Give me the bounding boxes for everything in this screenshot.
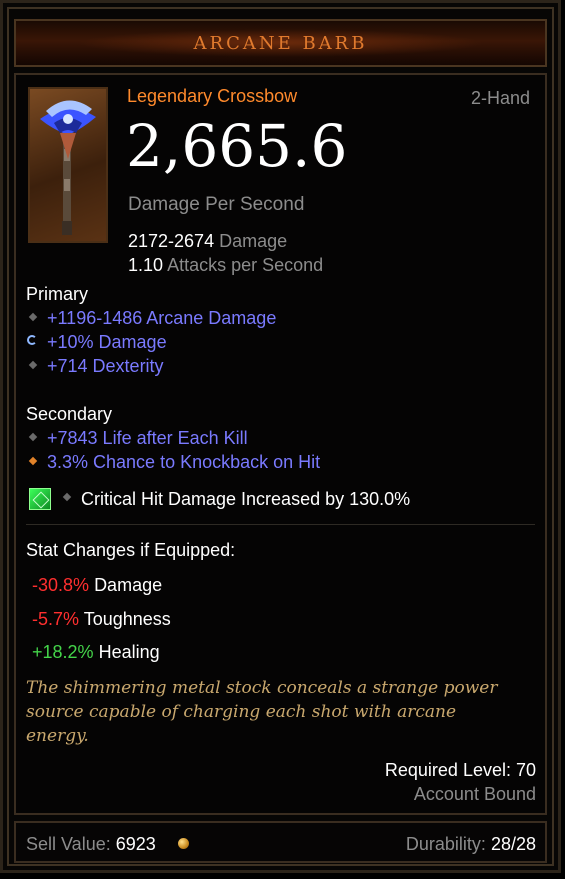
durability: Durability: 28/28 xyxy=(406,834,536,855)
secondary-stat: 3.3% Chance to Knockback on Hit xyxy=(47,452,321,472)
flavor-text: The shimmering metal stock conceals a st… xyxy=(26,678,498,698)
primary-stat: +714 Dexterity xyxy=(47,356,164,376)
damage-line: 2172-2674 Damage xyxy=(128,231,287,252)
stat-change-value: +18.2% xyxy=(32,642,94,662)
gold-coin-icon xyxy=(178,838,189,849)
secondary-heading: Secondary xyxy=(26,404,113,424)
sell-value: Sell Value: 6923 xyxy=(26,834,156,855)
crossbow-icon xyxy=(28,87,108,243)
item-name: ARCANE BARB xyxy=(193,33,368,54)
sell-label: Sell Value: xyxy=(26,834,111,854)
durability-label: Durability: xyxy=(405,834,486,854)
socket-bonus: Critical Hit Damage Increased by 130.0% xyxy=(81,489,411,509)
stat-change-label: Toughness xyxy=(83,609,171,629)
stat-change-label: Healing xyxy=(98,642,160,662)
flavor-text: energy. xyxy=(26,726,89,746)
dps-label: Damage Per Second xyxy=(128,194,305,215)
primary-heading: Primary xyxy=(26,284,88,304)
item-slot: 2-Hand xyxy=(471,88,531,108)
stat-change-row: -30.8% Damage xyxy=(32,575,162,596)
emerald-gem-icon xyxy=(29,488,51,510)
stat-change-label: Damage xyxy=(94,575,163,595)
attack-speed-label: Attacks per Second xyxy=(167,255,324,275)
durability-value: 28/28 xyxy=(490,834,536,854)
title-bar: ARCANE BARB xyxy=(14,19,547,67)
account-bound: Account Bound xyxy=(413,784,536,804)
primary-stat: +1196-1486 Arcane Damage xyxy=(47,308,277,328)
item-type: Legendary Crossbow xyxy=(127,86,298,106)
attack-speed-line: 1.10 Attacks per Second xyxy=(128,255,323,276)
required-level: Required Level: 70 xyxy=(384,760,536,780)
stat-changes-heading: Stat Changes if Equipped: xyxy=(26,540,236,560)
stat-change-value: -5.7% xyxy=(32,609,80,629)
flavor-text: source capable of charging each shot wit… xyxy=(26,702,457,722)
damage-label: Damage xyxy=(219,231,288,251)
divider xyxy=(26,524,535,525)
dps-value: 2,665.6 xyxy=(126,112,348,180)
reroll-affix-icon xyxy=(27,335,37,345)
stat-change-value: -30.8% xyxy=(32,575,90,595)
damage-range: 2172-2674 xyxy=(128,231,215,251)
attack-speed-value: 1.10 xyxy=(128,255,164,275)
primary-stat: +10% Damage xyxy=(47,332,167,352)
sell-amount: 6923 xyxy=(115,834,156,854)
stat-change-row: +18.2% Healing xyxy=(32,642,160,663)
stat-change-row: -5.7% Toughness xyxy=(32,609,171,630)
secondary-stat: +7843 Life after Each Kill xyxy=(47,428,248,448)
